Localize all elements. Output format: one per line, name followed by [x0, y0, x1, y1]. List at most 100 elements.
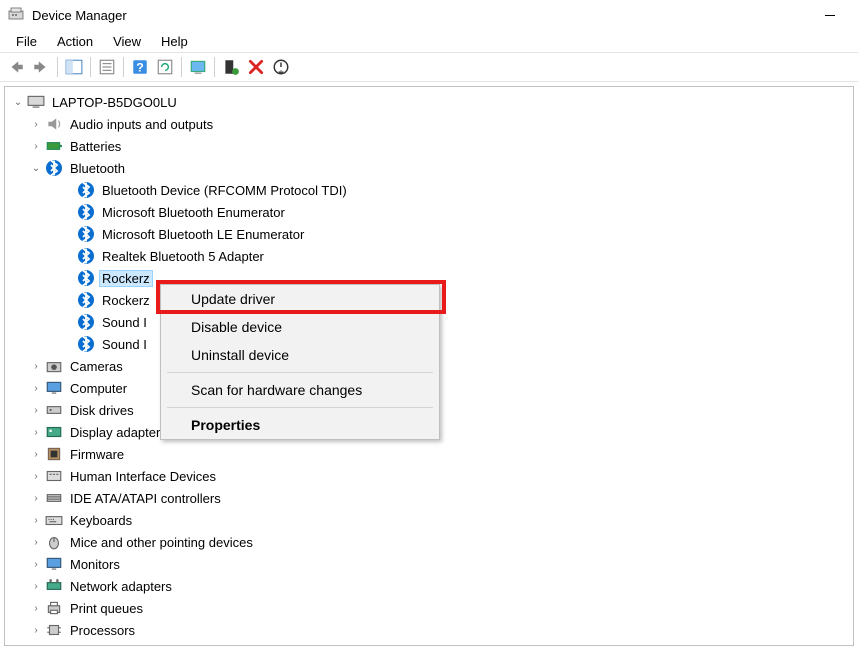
- cm-scan-hardware[interactable]: Scan for hardware changes: [161, 376, 439, 404]
- tree-monitors[interactable]: › Monitors: [5, 553, 853, 575]
- tree-item-label: Microsoft Bluetooth Enumerator: [99, 204, 288, 221]
- uninstall-button[interactable]: [244, 55, 268, 79]
- svg-text:?: ?: [136, 61, 144, 75]
- tree-root[interactable]: ⌄ LAPTOP-B5DGO0LU: [5, 91, 853, 113]
- tree-item-label: Mice and other pointing devices: [67, 534, 256, 551]
- chevron-right-icon[interactable]: ›: [29, 359, 43, 373]
- cm-uninstall-device[interactable]: Uninstall device: [161, 341, 439, 369]
- chevron-right-icon[interactable]: ›: [29, 513, 43, 527]
- tree-bt-rfcomm[interactable]: Bluetooth Device (RFCOMM Protocol TDI): [5, 179, 853, 201]
- tree-item-label: IDE ATA/ATAPI controllers: [67, 490, 224, 507]
- tree-keyboards[interactable]: › Keyboards: [5, 509, 853, 531]
- bluetooth-icon: [77, 335, 95, 353]
- show-hide-console-tree-button[interactable]: [62, 55, 86, 79]
- tree-bluetooth[interactable]: ⌄ Bluetooth: [5, 157, 853, 179]
- tree-print[interactable]: › Print queues: [5, 597, 853, 619]
- tree-item-label: Batteries: [67, 138, 124, 155]
- refresh-button[interactable]: [153, 55, 177, 79]
- tree-processors[interactable]: › Processors: [5, 619, 853, 641]
- separator: [57, 57, 58, 77]
- forward-button[interactable]: [29, 55, 53, 79]
- scan-hardware-button[interactable]: [186, 55, 210, 79]
- device-manager-icon: [8, 7, 24, 23]
- tree-audio[interactable]: › Audio inputs and outputs: [5, 113, 853, 135]
- tree-item-label: Realtek Bluetooth 5 Adapter: [99, 248, 267, 265]
- chevron-right-icon[interactable]: ›: [29, 381, 43, 395]
- tree-item-label: Keyboards: [67, 512, 135, 529]
- chevron-right-icon[interactable]: ›: [29, 117, 43, 131]
- update-driver-button[interactable]: [219, 55, 243, 79]
- bluetooth-icon: [77, 181, 95, 199]
- tree-item-label: Rockerz: [99, 270, 153, 287]
- separator: [167, 372, 433, 373]
- tree-ide[interactable]: › IDE ATA/ATAPI controllers: [5, 487, 853, 509]
- chevron-right-icon[interactable]: ›: [29, 491, 43, 505]
- menubar: File Action View Help: [0, 30, 858, 52]
- menu-view[interactable]: View: [103, 32, 151, 51]
- tree-item-label: Sound I: [99, 336, 150, 353]
- camera-icon: [45, 357, 63, 375]
- cm-disable-device[interactable]: Disable device: [161, 313, 439, 341]
- ide-icon: [45, 489, 63, 507]
- cpu-icon: [45, 621, 63, 639]
- tree-item-label: Sound I: [99, 314, 150, 331]
- menu-action[interactable]: Action: [47, 32, 103, 51]
- disable-button[interactable]: [269, 55, 293, 79]
- computer-icon: [27, 93, 45, 111]
- chip-icon: [45, 445, 63, 463]
- network-icon: [45, 577, 63, 595]
- properties-button[interactable]: [95, 55, 119, 79]
- help-button[interactable]: ?: [128, 55, 152, 79]
- tree-bt-realtek[interactable]: Realtek Bluetooth 5 Adapter: [5, 245, 853, 267]
- cm-properties[interactable]: Properties: [161, 411, 439, 439]
- printer-icon: [45, 599, 63, 617]
- chevron-right-icon[interactable]: ›: [29, 425, 43, 439]
- back-button[interactable]: [4, 55, 28, 79]
- minimize-button[interactable]: [810, 0, 850, 30]
- bluetooth-icon: [77, 291, 95, 309]
- menu-file[interactable]: File: [6, 32, 47, 51]
- monitor-icon: [45, 555, 63, 573]
- chevron-right-icon[interactable]: ›: [29, 139, 43, 153]
- chevron-right-icon[interactable]: ›: [29, 447, 43, 461]
- chevron-right-icon[interactable]: ›: [29, 403, 43, 417]
- chevron-right-icon[interactable]: ›: [29, 579, 43, 593]
- titlebar: Device Manager: [0, 0, 858, 30]
- battery-icon: [45, 137, 63, 155]
- chevron-down-icon[interactable]: ⌄: [11, 95, 25, 109]
- tree-bt-msleenum[interactable]: Microsoft Bluetooth LE Enumerator: [5, 223, 853, 245]
- tree-item-label: Firmware: [67, 446, 127, 463]
- chevron-right-icon[interactable]: ›: [29, 623, 43, 637]
- tree-item-label: Human Interface Devices: [67, 468, 219, 485]
- tree-item-label: Bluetooth Device (RFCOMM Protocol TDI): [99, 182, 350, 199]
- chevron-right-icon[interactable]: ›: [29, 601, 43, 615]
- tree-mice[interactable]: › Mice and other pointing devices: [5, 531, 853, 553]
- tree-item-label: Audio inputs and outputs: [67, 116, 216, 133]
- chevron-right-icon[interactable]: ›: [29, 557, 43, 571]
- display-adapter-icon: [45, 423, 63, 441]
- cm-update-driver[interactable]: Update driver: [161, 285, 439, 313]
- separator: [90, 57, 91, 77]
- chevron-right-icon[interactable]: ›: [29, 469, 43, 483]
- monitor-icon: [45, 379, 63, 397]
- chevron-right-icon[interactable]: ›: [29, 535, 43, 549]
- window-title: Device Manager: [32, 8, 127, 23]
- tree-network[interactable]: › Network adapters: [5, 575, 853, 597]
- separator: [123, 57, 124, 77]
- tree-bt-msenum[interactable]: Microsoft Bluetooth Enumerator: [5, 201, 853, 223]
- mouse-icon: [45, 533, 63, 551]
- tree-item-label: Microsoft Bluetooth LE Enumerator: [99, 226, 307, 243]
- tree-item-label: Network adapters: [67, 578, 175, 595]
- tree-batteries[interactable]: › Batteries: [5, 135, 853, 157]
- chevron-down-icon[interactable]: ⌄: [29, 161, 43, 175]
- toolbar: ?: [0, 52, 858, 82]
- bluetooth-icon: [77, 225, 95, 243]
- tree-firmware[interactable]: › Firmware: [5, 443, 853, 465]
- tree-hid[interactable]: › Human Interface Devices: [5, 465, 853, 487]
- tree-item-label: Cameras: [67, 358, 126, 375]
- tree-item-label: Print queues: [67, 600, 146, 617]
- tree-item-label: Display adapters: [67, 424, 170, 441]
- tree-item-label: Disk drives: [67, 402, 137, 419]
- separator: [167, 407, 433, 408]
- menu-help[interactable]: Help: [151, 32, 198, 51]
